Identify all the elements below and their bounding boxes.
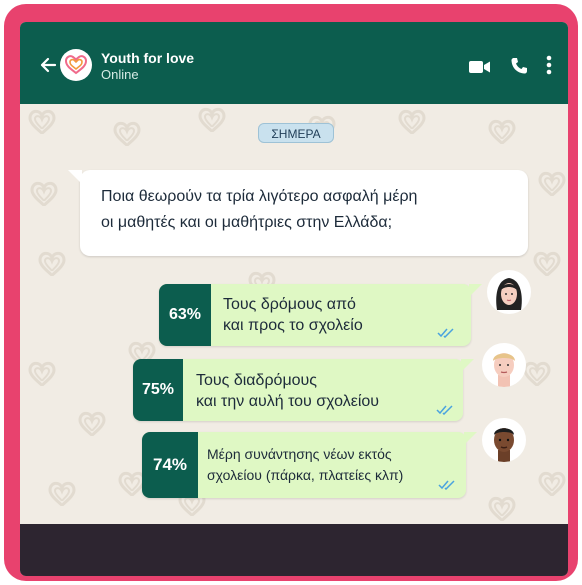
chat-title: Youth for love (101, 50, 195, 66)
phone-frame: Youth for love Online ΣΗΜΕΡΑ Ποια θεωρού… (4, 4, 578, 581)
read-ticks-icon (437, 328, 454, 338)
bottom-input-bar (20, 524, 568, 576)
avatar (487, 270, 531, 314)
more-vertical-icon[interactable] (546, 55, 552, 75)
percent-badge: 75% (133, 359, 183, 421)
answer-text: Τους δρόμους από και προς το σχολείο (223, 294, 363, 336)
question-line-1: Ποια θεωρούν τα τρία λιγότερο ασφαλή μέρ… (101, 188, 418, 205)
answer-line-1: Τους διαδρόμους (196, 372, 318, 389)
avatar (482, 343, 526, 387)
answer-text: Μέρη συνάντησης νέων εκτός σχολείου (πάρ… (207, 444, 403, 486)
boy-avatar-icon (493, 353, 515, 387)
answer-bubble-1: 63% Τους δρόμους από και προς το σχολείο (159, 284, 482, 346)
back-arrow-icon[interactable] (39, 56, 57, 74)
answer-text: Τους διαδρόμους και την αυλή του σχολείο… (196, 370, 379, 412)
bubble-tail (469, 284, 482, 297)
bubble-tail (461, 359, 474, 372)
question-text: Ποια θεωρούν τα τρία λιγότερο ασφαλή μέρ… (101, 184, 511, 236)
answer-line-2: σχολείου (πάρκα, πλατείες κλπ) (207, 467, 404, 483)
bubble-tail (68, 170, 82, 184)
man-avatar-icon (494, 428, 514, 462)
chat-screen: Youth for love Online ΣΗΜΕΡΑ Ποια θεωρού… (20, 22, 568, 576)
question-line-2: οι μαθητές και οι μαθήτριες στην Ελλάδα; (101, 214, 393, 231)
answer-line-1: Τους δρόμους από (223, 296, 356, 313)
read-ticks-icon (436, 405, 453, 415)
avatar[interactable] (60, 49, 92, 81)
question-message-bubble: Ποια θεωρούν τα τρία λιγότερο ασφαλή μέρ… (68, 170, 528, 256)
answer-line-1: Μέρη συνάντησης νέων εκτός (207, 446, 392, 462)
girl-avatar-icon (496, 278, 522, 310)
phone-icon[interactable] (510, 57, 528, 75)
read-ticks-icon (438, 480, 455, 490)
chat-status: Online (101, 67, 139, 82)
video-call-icon[interactable] (469, 60, 491, 74)
percent-badge: 74% (142, 432, 198, 498)
date-badge: ΣΗΜΕΡΑ (258, 123, 334, 143)
bubble-tail (464, 432, 477, 445)
chat-header: Youth for love Online (20, 22, 568, 104)
answer-bubble-2: 75% Τους διαδρόμους και την αυλή του σχο… (133, 359, 474, 421)
avatar (482, 418, 526, 462)
heart-logo-icon (65, 55, 87, 75)
percent-badge: 63% (159, 284, 211, 346)
answer-line-2: και την αυλή του σχολείου (196, 393, 380, 410)
answer-bubble-3: 74% Μέρη συνάντησης νέων εκτός σχολείου … (142, 432, 477, 498)
answer-line-2: και προς το σχολείο (223, 317, 363, 334)
